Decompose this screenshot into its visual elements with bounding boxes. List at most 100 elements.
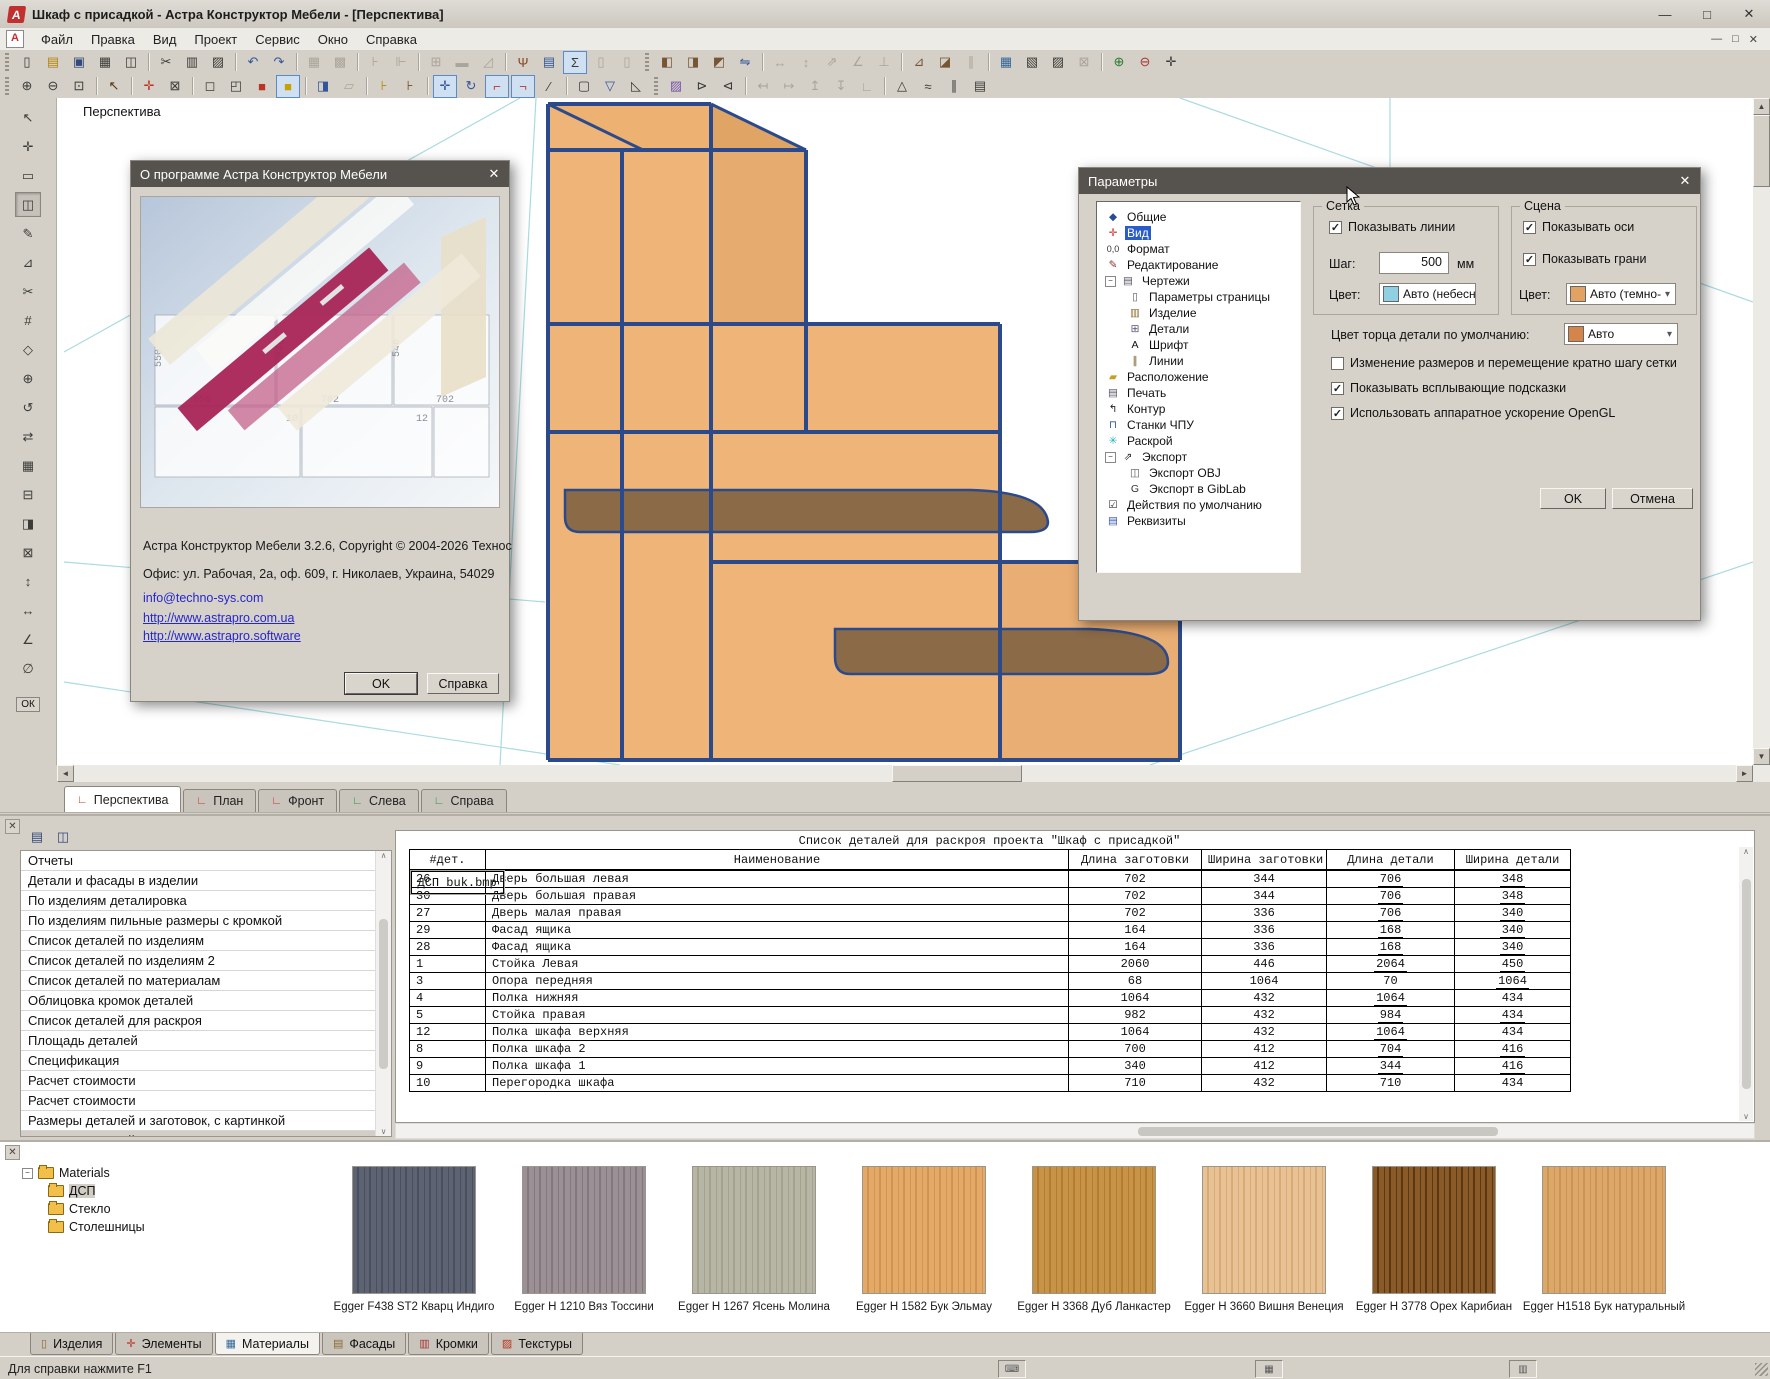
bolt-yellow-button[interactable]: ⊦: [372, 75, 396, 98]
report-item-0[interactable]: Отчеты: [21, 851, 391, 871]
delete-tool-button[interactable]: ⊠: [15, 540, 41, 565]
hatch-pattern-button[interactable]: ▨: [664, 75, 688, 98]
expander-icon[interactable]: −: [1105, 452, 1116, 463]
library-tab-2[interactable]: ▦Материалы: [215, 1333, 320, 1355]
cut-tool-button[interactable]: ✂: [15, 279, 41, 304]
mirror-button[interactable]: ⇋: [733, 51, 757, 74]
show-axes-option[interactable]: ✓ Показывать оси: [1523, 220, 1634, 234]
table-vscroll-thumb[interactable]: [1742, 879, 1751, 1089]
view-tab-0[interactable]: ∟Перспектива: [64, 786, 181, 812]
tree-item-12[interactable]: ↰Контур: [1097, 401, 1300, 417]
hscroll-thumb[interactable]: [892, 765, 1022, 782]
report-panel-close-icon[interactable]: ✕: [5, 819, 20, 834]
remove-item-button[interactable]: ⊖: [1133, 51, 1157, 74]
expander-icon[interactable]: −: [1105, 276, 1116, 287]
tree-item-5[interactable]: ▯Параметры страницы: [1097, 289, 1300, 305]
angle-tool-button[interactable]: ∠: [15, 627, 41, 652]
about-dialog-titlebar[interactable]: О программе Астра Конструктор Мебели ✕: [131, 161, 509, 187]
materials-folder-0[interactable]: ДСП: [22, 1182, 145, 1200]
tree-item-11[interactable]: ▤Печать: [1097, 385, 1300, 401]
dim-line-h-button[interactable]: ⌐: [485, 75, 509, 98]
report-preview-button[interactable]: ◫: [51, 825, 75, 848]
report-item-14[interactable]: Размеры деталей и заготовок: [21, 1131, 391, 1137]
about-ok-button[interactable]: OK: [345, 673, 417, 694]
tree-item-9[interactable]: ∥Линии: [1097, 353, 1300, 369]
report-item-13[interactable]: Размеры деталей и заготовок, с картинкой: [21, 1111, 391, 1131]
table-row[interactable]: 28Фасад ящика164336168340: [410, 939, 1571, 956]
select-box-button[interactable]: ▢: [572, 75, 596, 98]
about-help-button[interactable]: Справка: [427, 673, 499, 694]
cube-right-button[interactable]: ◨: [681, 51, 705, 74]
mdi-minimize-button[interactable]: —: [1711, 33, 1722, 46]
redo-button[interactable]: ↷: [267, 51, 291, 74]
table-row[interactable]: 3Опора передняя681064701064: [410, 973, 1571, 990]
viewport-vscrollbar[interactable]: ▲ ▼: [1753, 98, 1770, 782]
edge-cut-button[interactable]: ⊿: [907, 51, 931, 74]
palette-ok-button[interactable]: ОК: [16, 697, 40, 712]
blue-panel-button[interactable]: ◨: [311, 75, 335, 98]
material-swatch-6[interactable]: Egger H 3778 Орех Карибиан: [1350, 1166, 1518, 1313]
cabinet-tool-button[interactable]: ◫: [15, 192, 41, 217]
menu-item-6[interactable]: Справка: [357, 30, 426, 49]
table-hscroll-thumb[interactable]: [1138, 1127, 1498, 1136]
collapse-tool-button[interactable]: ⊟: [15, 482, 41, 507]
table-row[interactable]: 26Дверь большая левая702344706348: [410, 871, 1571, 888]
materials-folder-1[interactable]: Стекло: [22, 1200, 145, 1218]
option-checkbox[interactable]: [1331, 357, 1344, 370]
print-button[interactable]: ▦: [93, 51, 117, 74]
tree-item-6[interactable]: ▥Изделие: [1097, 305, 1300, 321]
curve-tool-button[interactable]: ≈: [916, 75, 940, 98]
new-file-button[interactable]: ▯: [15, 51, 39, 74]
report-item-10[interactable]: Спецификация: [21, 1051, 391, 1071]
parameters-ok-button[interactable]: OK: [1540, 488, 1606, 509]
rotate-view-button[interactable]: ↻: [459, 75, 483, 98]
table-row[interactable]: 4Полка нижняя10644321064434: [410, 990, 1571, 1007]
spec-list-button[interactable]: ▤: [537, 51, 561, 74]
columns-tool-button[interactable]: ∥: [942, 75, 966, 98]
report-item-1[interactable]: Детали и фасады в изделии: [21, 871, 391, 891]
tree-item-1[interactable]: ✛Вид: [1097, 225, 1300, 241]
select-tool-button[interactable]: ↖: [15, 105, 41, 130]
structure-tree-button[interactable]: Ψ: [511, 51, 535, 74]
table-row[interactable]: 5Стойка правая982432984434: [410, 1007, 1571, 1024]
select-cursor-button[interactable]: ↖: [102, 75, 126, 98]
option-checkbox[interactable]: ✓: [1331, 382, 1344, 395]
report-item-8[interactable]: Список деталей для раскроя: [21, 1011, 391, 1031]
face-color-select[interactable]: Авто ▾: [1564, 323, 1678, 345]
resize-h-tool-button[interactable]: ↔: [15, 598, 41, 623]
scroll-left-icon[interactable]: ◄: [57, 765, 74, 782]
step-input[interactable]: 500: [1379, 252, 1449, 274]
material-swatch-7[interactable]: Egger H1518 Бук натуральный: [1520, 1166, 1688, 1313]
tree-item-16[interactable]: ◫Экспорт OBJ: [1097, 465, 1300, 481]
swap-tool-button[interactable]: ⇄: [15, 424, 41, 449]
menu-item-3[interactable]: Проект: [185, 30, 246, 49]
report-item-6[interactable]: Список деталей по материалам: [21, 971, 391, 991]
option-row-2[interactable]: ✓Использовать аппаратное ускорение OpenG…: [1331, 403, 1677, 423]
show-axes-checkbox[interactable]: ✓: [1523, 221, 1536, 234]
slope-tool-button[interactable]: ◺: [624, 75, 648, 98]
view-tab-4[interactable]: ∟Справа: [421, 789, 507, 812]
diamond-tool-button[interactable]: ◇: [15, 337, 41, 362]
report-print-button[interactable]: ▤: [25, 825, 49, 848]
report-item-3[interactable]: По изделиям пильные размеры с кромкой: [21, 911, 391, 931]
move-item-button[interactable]: ✛: [1159, 51, 1183, 74]
expander-icon[interactable]: −: [22, 1168, 33, 1179]
red-cube-button[interactable]: ■: [250, 75, 274, 98]
report-item-5[interactable]: Список деталей по изделиям 2: [21, 951, 391, 971]
show-faces-checkbox[interactable]: ✓: [1523, 253, 1536, 266]
table-row[interactable]: 9Полка шкафа 1340412344416: [410, 1058, 1571, 1075]
cube-corner-button[interactable]: ◩: [707, 51, 731, 74]
menu-item-2[interactable]: Вид: [144, 30, 186, 49]
table-row[interactable]: 12Полка шкафа верхняя10644321064434: [410, 1024, 1571, 1041]
minimize-button[interactable]: —: [1644, 1, 1686, 28]
tree-item-4[interactable]: −▤Чертежи: [1097, 273, 1300, 289]
view-tab-2[interactable]: ∟Фронт: [258, 789, 337, 812]
open-file-button[interactable]: ▤: [41, 51, 65, 74]
materials-folder-2[interactable]: Столешницы: [22, 1218, 145, 1236]
dim-line-v-button[interactable]: ¬: [511, 75, 535, 98]
library-tab-3[interactable]: ▤Фасады: [322, 1333, 406, 1355]
maximize-button[interactable]: □: [1686, 1, 1728, 28]
cube-left-button[interactable]: ◧: [655, 51, 679, 74]
parameters-dialog-titlebar[interactable]: Параметры ✕: [1079, 168, 1700, 194]
zoom-window-button[interactable]: ⊕: [15, 75, 39, 98]
